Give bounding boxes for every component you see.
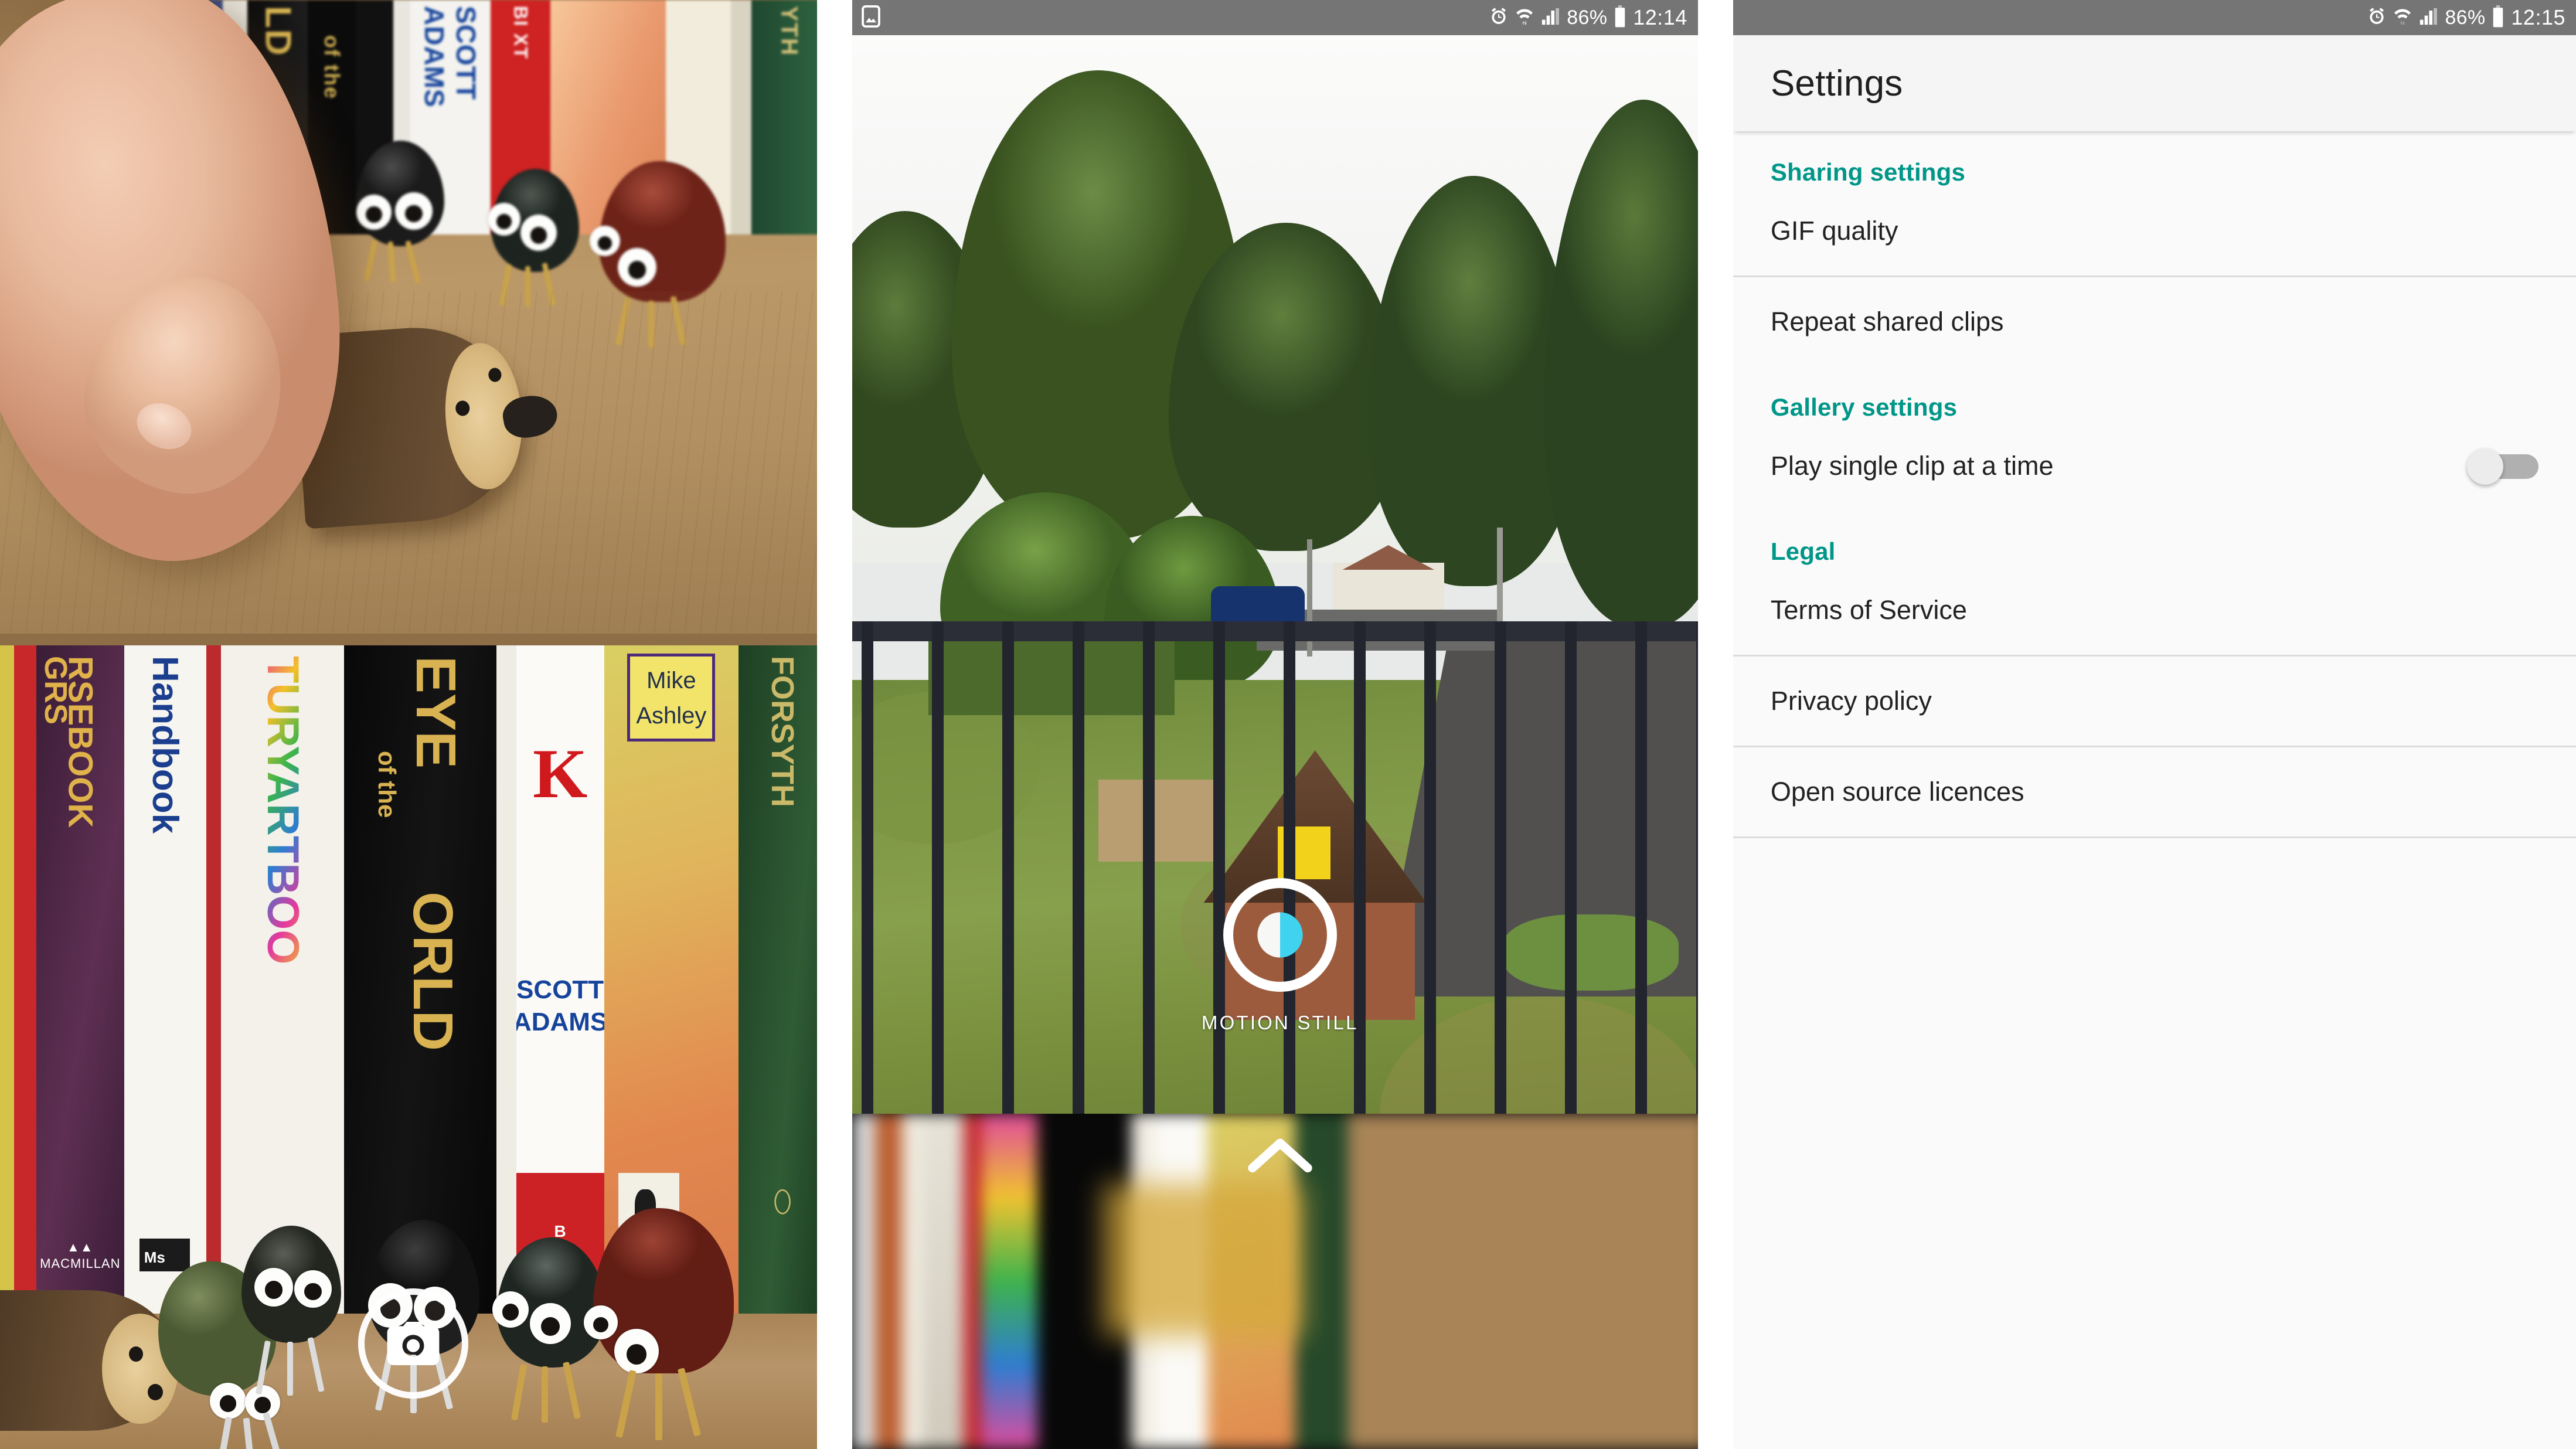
setting-label: Open source licences bbox=[1770, 777, 2024, 807]
page-title: Settings bbox=[1770, 63, 1903, 104]
play-single-clip-toggle[interactable] bbox=[2467, 447, 2538, 485]
setting-row-open-source-licences[interactable]: Open source licences bbox=[1733, 747, 2576, 836]
alarm-icon bbox=[1489, 6, 1509, 29]
motion-still-app-label: MOTION STILL bbox=[1201, 1012, 1359, 1033]
setting-label: Play single clip at a time bbox=[1770, 451, 2054, 481]
shutter-button[interactable] bbox=[358, 1288, 468, 1399]
camera-viewfinder: MOTION STILL bbox=[852, 0, 1698, 1114]
app-bar: Settings bbox=[1733, 35, 2576, 131]
screenshot-collage: RTH LD of the SCOTTADAMS BI XT YTH bbox=[0, 0, 2576, 1449]
wifi-icon bbox=[1515, 6, 1534, 30]
clock-label: 12:14 bbox=[1633, 5, 1687, 29]
pebble-bug-figurine bbox=[352, 141, 463, 317]
section-header-legal: Legal bbox=[1770, 538, 1836, 565]
chevron-up-icon[interactable] bbox=[1245, 1135, 1315, 1176]
balcony-railing bbox=[852, 621, 1698, 1114]
pebble-bug-figurine bbox=[580, 1208, 756, 1449]
gallery-filmstrip[interactable] bbox=[852, 1114, 1698, 1449]
status-bar: 86% 12:15 bbox=[1733, 0, 2576, 35]
log-hedgehog-figurine bbox=[0, 1290, 178, 1431]
photo-icon bbox=[861, 5, 880, 30]
divider bbox=[1733, 836, 2576, 838]
setting-row-gif-quality[interactable]: GIF quality bbox=[1733, 186, 2576, 275]
status-bar: 86% 12:14 bbox=[852, 0, 1698, 35]
camera-icon bbox=[387, 1322, 440, 1365]
signal-icon bbox=[1540, 6, 1560, 29]
battery-percent-label: 86% bbox=[2445, 6, 2486, 29]
panel-gutter bbox=[1697, 0, 1733, 1449]
section-header-sharing: Sharing settings bbox=[1770, 158, 1966, 186]
camera-preview-screen: RTH LD of the SCOTTADAMS BI XT YTH bbox=[0, 0, 817, 1449]
battery-icon bbox=[1614, 5, 1626, 30]
wifi-icon bbox=[2393, 6, 2412, 30]
setting-row-play-single-clip[interactable]: Play single clip at a time bbox=[1733, 421, 2576, 511]
settings-screen: Settings Sharing settings GIF quality Re… bbox=[1733, 0, 2576, 1449]
filmstrip-highlight bbox=[1104, 1184, 1304, 1336]
setting-label: Repeat shared clips bbox=[1770, 307, 2004, 336]
setting-row-privacy-policy[interactable]: Privacy policy bbox=[1733, 657, 2576, 746]
battery-icon bbox=[2492, 5, 2504, 30]
motion-still-capture-button[interactable] bbox=[1223, 878, 1337, 992]
shelf-edge bbox=[0, 634, 817, 645]
setting-row-terms-of-service[interactable]: Terms of Service bbox=[1733, 566, 2576, 655]
settings-list: Sharing settings GIF quality Repeat shar… bbox=[1733, 131, 2576, 1449]
setting-label: GIF quality bbox=[1770, 216, 1898, 246]
panel-gutter bbox=[816, 0, 852, 1449]
setting-label: Terms of Service bbox=[1770, 595, 1967, 625]
signal-icon bbox=[2418, 6, 2438, 29]
motion-still-camera-screen: MOTION STILL 86% 12:14 bbox=[852, 0, 1698, 1449]
setting-row-repeat-shared-clips[interactable]: Repeat shared clips bbox=[1733, 277, 2576, 366]
clock-label: 12:15 bbox=[2511, 5, 2565, 29]
setting-label: Privacy policy bbox=[1770, 686, 1932, 716]
motion-still-logo-icon bbox=[1253, 908, 1307, 962]
photo-hand-hedgehog: RTH LD of the SCOTTADAMS BI XT YTH bbox=[0, 0, 817, 634]
section-header-gallery: Gallery settings bbox=[1770, 393, 1958, 421]
alarm-icon bbox=[2367, 6, 2387, 29]
toggle-thumb bbox=[2467, 448, 2503, 485]
pebble-bug-figurine bbox=[233, 1226, 368, 1425]
battery-percent-label: 86% bbox=[1567, 6, 1608, 29]
photo-bookshelf: RSEBOOK GRS ▲▲ MACMILLAN Handbook Ms TURY… bbox=[0, 634, 817, 1449]
